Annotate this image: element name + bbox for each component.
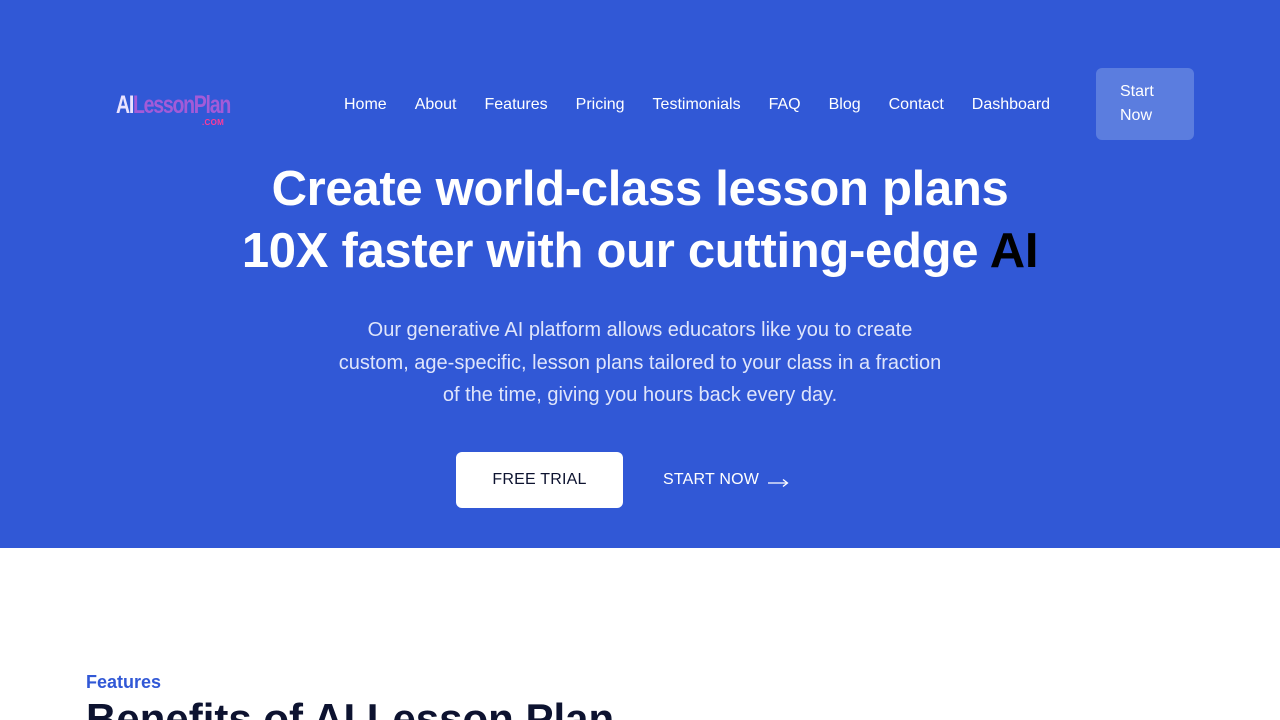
features-section-label: Features [86, 672, 162, 692]
logo-suffix: .COM [202, 118, 225, 127]
headline-line-1: Create world-class lesson plans [271, 162, 1009, 216]
logo-wordmark: AILessonPlan [116, 91, 231, 119]
nav-about[interactable]: About [415, 93, 457, 117]
main-navigation: Home About Features Pricing Testimonials… [344, 93, 1050, 117]
headline-line-2: 10X faster with our cutting-edge AI [241, 224, 1039, 278]
hero-cta-row: FREE TRIAL START NOW [456, 452, 789, 508]
header-start-now-button[interactable]: Start Now [1096, 68, 1194, 140]
start-now-label: START NOW [663, 471, 760, 488]
headline-accent: AI [989, 224, 1039, 278]
nav-pricing[interactable]: Pricing [576, 93, 625, 117]
header-start-now-label: Start Now [1120, 83, 1154, 124]
features-section-title: Benefits of AI Lesson Plan [86, 695, 615, 720]
free-trial-label: FREE TRIAL [492, 471, 587, 488]
nav-testimonials[interactable]: Testimonials [653, 93, 741, 117]
nav-dashboard[interactable]: Dashboard [972, 93, 1050, 117]
long-arrow-right-icon [767, 475, 789, 488]
site-logo[interactable]: AILessonPlan .COM [116, 88, 231, 132]
free-trial-button[interactable]: FREE TRIAL [456, 452, 623, 508]
start-now-link[interactable]: START NOW [663, 471, 789, 489]
nav-faq[interactable]: FAQ [769, 93, 801, 117]
nav-contact[interactable]: Contact [889, 93, 944, 117]
hero-description: Our generative AI platform allows educat… [338, 319, 942, 406]
nav-features[interactable]: Features [485, 93, 548, 117]
hero-section: AILessonPlan .COM Home About Features Pr… [0, 0, 1280, 548]
nav-blog[interactable]: Blog [829, 93, 861, 117]
hero-headline: Create world-class lesson plans 10X fast… [0, 158, 1280, 282]
nav-home[interactable]: Home [344, 93, 387, 117]
